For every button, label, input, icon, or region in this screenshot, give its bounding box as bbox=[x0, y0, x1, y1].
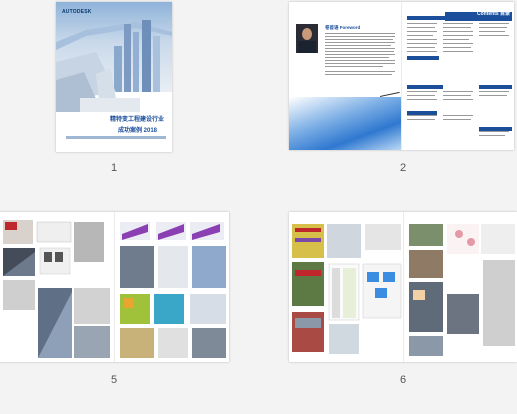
page-thumbnail-1[interactable]: AUTODESK 精特变工程建设行业 成功案例 2018 bbox=[56, 2, 172, 152]
page-thumbnail-6[interactable] bbox=[289, 212, 517, 362]
page-number-5: 5 bbox=[110, 374, 118, 386]
cover-image bbox=[56, 2, 172, 112]
decorative-blue-swoosh bbox=[289, 97, 401, 150]
author-photo bbox=[296, 24, 318, 53]
page-thumbnail-2[interactable]: 卷首语 Foreword Contents 目录 bbox=[289, 2, 514, 150]
contents-list bbox=[407, 23, 511, 83]
contents-section-bar bbox=[407, 56, 439, 60]
contents-heading: Contents 目录 bbox=[477, 11, 511, 17]
page-number-1: 1 bbox=[110, 162, 118, 174]
contents-section-bar bbox=[407, 16, 445, 20]
contents-section-bar bbox=[479, 85, 512, 89]
foreword-heading: 卷首语 Foreword bbox=[325, 25, 361, 30]
page-number-2: 2 bbox=[399, 162, 407, 174]
page-thumbnail-5[interactable] bbox=[0, 212, 229, 362]
contents-section-bar bbox=[407, 85, 443, 89]
contents-list bbox=[407, 91, 511, 141]
cover-subtitle-band bbox=[66, 136, 166, 139]
autodesk-logo: AUTODESK bbox=[62, 9, 92, 15]
signature bbox=[378, 84, 400, 97]
spread-5-content bbox=[3, 220, 226, 358]
spread-6-content bbox=[292, 224, 515, 356]
cover-skyline-illustration bbox=[56, 20, 172, 112]
foreword-text bbox=[325, 33, 395, 81]
page-number-6: 6 bbox=[399, 374, 407, 386]
spread-fold bbox=[401, 2, 402, 150]
cover-title-line-2: 成功案例 2018 bbox=[118, 128, 158, 134]
cover-title-line-1: 精特变工程建设行业 bbox=[110, 117, 165, 123]
